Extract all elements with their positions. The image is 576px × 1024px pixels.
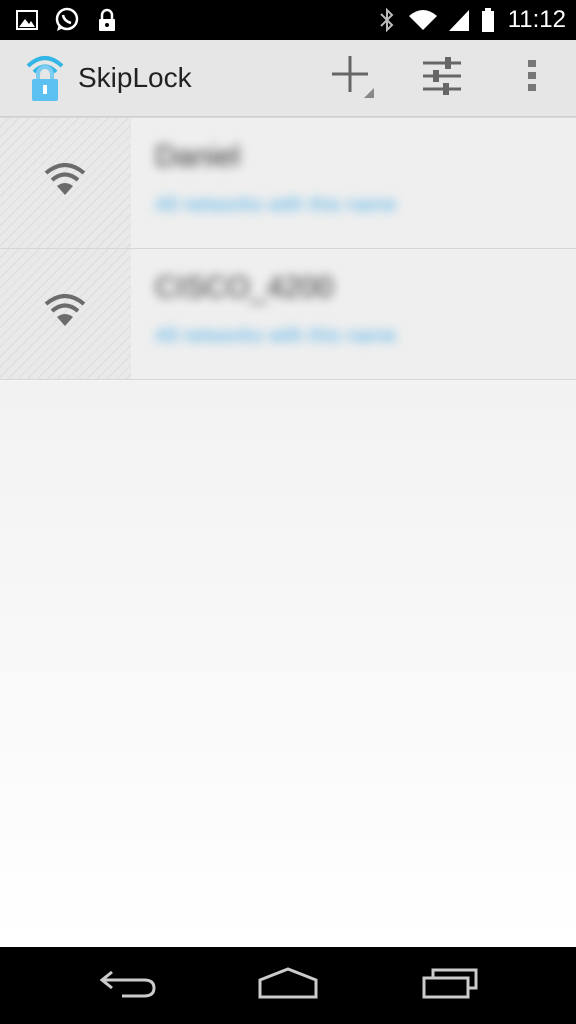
add-network-button[interactable] bbox=[320, 40, 384, 116]
image-icon bbox=[14, 7, 40, 33]
add-icon bbox=[328, 52, 376, 105]
row-text: CISCO_4200 All networks with this name bbox=[155, 271, 556, 348]
clock: 11:12 bbox=[507, 6, 566, 33]
row-icon-cell bbox=[0, 249, 131, 379]
recent-apps-button[interactable] bbox=[390, 947, 510, 1024]
recent-apps-icon bbox=[421, 966, 479, 1005]
battery-icon bbox=[480, 7, 496, 33]
system-icons: 11:12 bbox=[374, 6, 566, 34]
network-subtitle: All networks with this name bbox=[155, 194, 397, 216]
home-button[interactable] bbox=[228, 947, 348, 1024]
wifi-lock-app-icon[interactable] bbox=[24, 52, 66, 104]
settings-sliders-icon bbox=[421, 55, 463, 102]
network-subtitle: All networks with this name bbox=[155, 325, 397, 347]
back-button[interactable] bbox=[68, 947, 188, 1024]
lock-icon bbox=[94, 7, 120, 33]
list-item[interactable]: Daniel All networks with this name bbox=[0, 118, 576, 249]
status-bar: 11:12 bbox=[0, 0, 576, 40]
network-name: CISCO_4200 bbox=[155, 271, 334, 304]
network-name: Daniel bbox=[155, 140, 241, 173]
whatsapp-icon bbox=[54, 7, 80, 33]
overflow-menu-button[interactable] bbox=[500, 40, 564, 116]
back-icon bbox=[98, 966, 158, 1005]
empty-area bbox=[0, 381, 576, 947]
list-item[interactable]: CISCO_4200 All networks with this name bbox=[0, 249, 576, 380]
signal-icon bbox=[446, 7, 472, 33]
wifi-icon bbox=[408, 7, 438, 33]
navigation-bar bbox=[0, 947, 576, 1024]
wifi-icon bbox=[44, 294, 86, 328]
app-title: SkipLock bbox=[78, 62, 192, 93]
row-text: Daniel All networks with this name bbox=[155, 140, 556, 217]
network-list: Daniel All networks with this name CISCO… bbox=[0, 118, 576, 380]
row-icon-cell bbox=[0, 118, 131, 248]
bluetooth-icon bbox=[374, 7, 400, 33]
wifi-icon bbox=[44, 163, 86, 197]
notification-icons bbox=[14, 6, 120, 34]
overflow-menu-icon bbox=[527, 59, 537, 98]
home-icon bbox=[257, 966, 319, 1005]
settings-button[interactable] bbox=[410, 40, 474, 116]
action-bar: SkipLock bbox=[0, 40, 576, 120]
